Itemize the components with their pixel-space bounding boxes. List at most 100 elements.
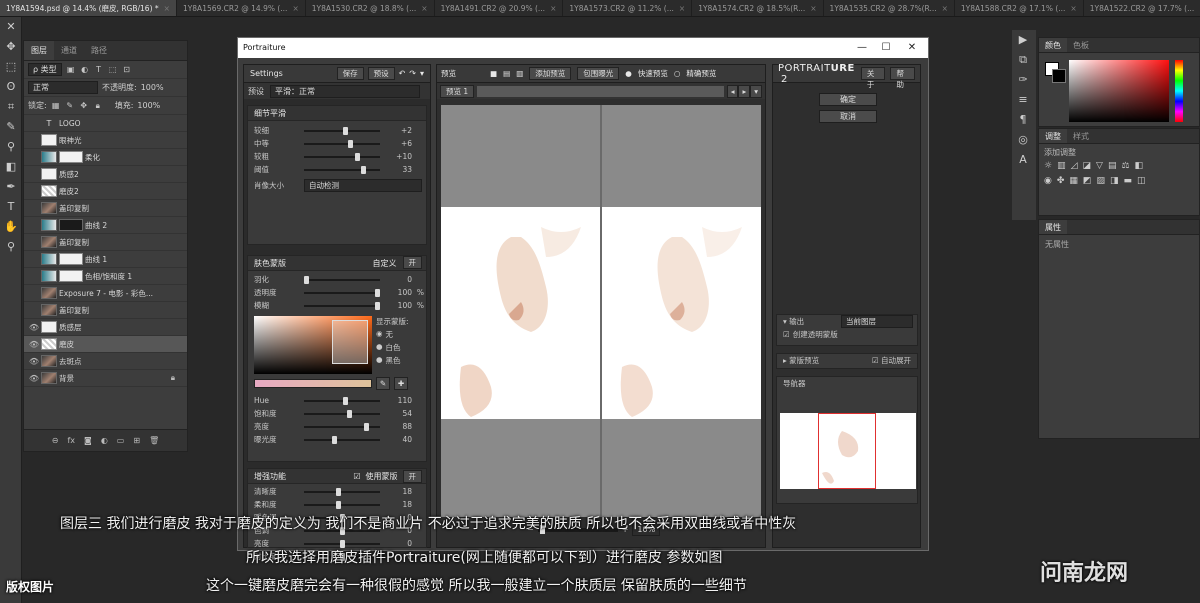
- bracket-button[interactable]: 包围曝光: [577, 67, 620, 80]
- layer-mask-thumbnail[interactable]: [59, 151, 83, 163]
- link-layers-icon[interactable]: ⊖: [52, 436, 59, 445]
- close-tab-icon[interactable]: ×: [164, 4, 170, 13]
- lock-brush-icon[interactable]: ✎: [65, 101, 75, 110]
- document-tab[interactable]: 1Y8A1588.CR2 @ 17.1% (... ×: [955, 0, 1084, 16]
- tab-swatches[interactable]: 色板: [1067, 38, 1095, 52]
- slider-track[interactable]: [304, 409, 380, 418]
- brush-preset-icon[interactable]: ✑: [1012, 70, 1034, 90]
- output-select[interactable]: 当前图层: [841, 315, 913, 328]
- slider-value[interactable]: +2: [380, 126, 412, 135]
- preview-divider[interactable]: [600, 105, 602, 517]
- smart-filter-icon[interactable]: ⊡: [122, 65, 132, 74]
- pixel-filter-icon[interactable]: ▣: [66, 65, 76, 74]
- marquee-tool-icon[interactable]: ⬚: [0, 57, 22, 77]
- delete-layer-icon[interactable]: 🗑︎: [149, 436, 159, 445]
- crop-tool-icon[interactable]: ⌗: [0, 97, 22, 117]
- prev-preview-icon[interactable]: ◂: [726, 84, 739, 98]
- layer-row[interactable]: 👁︎ 背景 🔒︎: [24, 370, 187, 387]
- color-field[interactable]: [1069, 60, 1169, 122]
- maximize-icon[interactable]: ☐: [876, 40, 896, 55]
- document-tab[interactable]: 1Y8A1594.psd @ 14.4% (磨皮, RGB/16) * ×: [0, 0, 177, 16]
- paragraph-icon[interactable]: ¶: [1012, 110, 1034, 130]
- tab-adjustments[interactable]: 调整: [1039, 129, 1067, 143]
- adjust-filter-icon[interactable]: ◐: [80, 65, 90, 74]
- slider-knob[interactable]: [304, 275, 309, 284]
- slider-knob[interactable]: [375, 288, 380, 297]
- eraser-tool-icon[interactable]: ◧: [0, 157, 22, 177]
- slider-track[interactable]: [304, 435, 380, 444]
- layer-row[interactable]: 👁︎ 去斑点: [24, 353, 187, 370]
- new-adjustment-icon[interactable]: ◐: [101, 436, 108, 445]
- posterize-icon[interactable]: ▨: [1096, 176, 1105, 186]
- lock-all-icon[interactable]: 🔒︎: [93, 101, 103, 111]
- move-tool-icon[interactable]: ✥: [0, 37, 22, 57]
- skin-mask-toggle[interactable]: 开: [402, 255, 422, 269]
- cancel-button[interactable]: 取消: [819, 110, 877, 123]
- lock-pixels-icon[interactable]: ▦: [51, 101, 61, 110]
- slider-value[interactable]: 88: [380, 422, 412, 431]
- slider-value[interactable]: +10: [380, 152, 412, 161]
- slider-track[interactable]: [304, 539, 380, 548]
- lasso-tool-icon[interactable]: ʘ: [0, 77, 22, 97]
- layer-mask-thumbnail[interactable]: [59, 219, 83, 231]
- stamp-tool-icon[interactable]: ⚲: [0, 137, 22, 157]
- background-color-swatch[interactable]: [1052, 69, 1066, 83]
- slider-value[interactable]: 54: [380, 409, 412, 418]
- gradient-map-icon[interactable]: ▬: [1123, 176, 1132, 186]
- slider-knob[interactable]: [348, 139, 354, 148]
- eyedropper-icon[interactable]: ✎: [376, 377, 390, 390]
- slider-knob[interactable]: [343, 126, 349, 135]
- layer-row[interactable]: T LOGO: [24, 115, 187, 132]
- document-tab[interactable]: 1Y8A1569.CR2 @ 14.9% (... ×: [177, 0, 306, 16]
- layer-row[interactable]: 磨皮2: [24, 183, 187, 200]
- preview-tab[interactable]: 预览 1: [440, 84, 475, 98]
- hue-slider[interactable]: [1175, 60, 1183, 122]
- opacity-value[interactable]: 100%: [141, 83, 164, 92]
- close-tab-icon[interactable]: ×: [550, 4, 556, 13]
- preset-button[interactable]: 预设: [367, 67, 395, 80]
- about-button[interactable]: 关于: [860, 67, 886, 89]
- slider-knob[interactable]: [375, 301, 380, 310]
- color-balance-icon[interactable]: ⚖: [1121, 161, 1129, 171]
- close-tab-icon[interactable]: ×: [421, 4, 427, 13]
- slider-track[interactable]: [304, 139, 380, 148]
- collapse-icon[interactable]: ▾: [783, 317, 787, 326]
- slider-track[interactable]: [304, 396, 380, 405]
- split-horizontal-icon[interactable]: ▤: [503, 69, 510, 78]
- layer-row[interactable]: 👁︎ 质感层: [24, 319, 187, 336]
- undo-icon[interactable]: ↶: [399, 69, 406, 78]
- selective-color-icon[interactable]: ◫: [1137, 176, 1146, 186]
- accurate-preview-radio[interactable]: ○: [674, 69, 681, 78]
- slider-knob[interactable]: [360, 165, 366, 174]
- document-tab[interactable]: 1Y8A1573.CR2 @ 11.2% (... ×: [563, 0, 693, 16]
- slider-knob[interactable]: [343, 396, 349, 405]
- slider-value[interactable]: +6: [380, 139, 412, 148]
- close-tab-icon[interactable]: ×: [679, 4, 685, 13]
- tab-layers[interactable]: 图层: [24, 41, 54, 60]
- visibility-eye-icon[interactable]: 👁︎: [27, 357, 41, 366]
- eyedropper-plus-icon[interactable]: ✚: [394, 377, 408, 390]
- exposure-icon[interactable]: ◪: [1083, 161, 1092, 171]
- help-button[interactable]: 帮助: [890, 67, 915, 89]
- layer-row[interactable]: 盖印复制: [24, 302, 187, 319]
- history-icon[interactable]: ⧉: [1012, 50, 1034, 70]
- invert-icon[interactable]: ◩: [1083, 176, 1092, 186]
- layer-row[interactable]: 色相/饱和度 1: [24, 268, 187, 285]
- slider-knob[interactable]: [335, 487, 341, 496]
- visibility-eye-icon[interactable]: 👁︎: [27, 323, 41, 332]
- slider-track[interactable]: [304, 500, 380, 509]
- preview-menu-icon[interactable]: ▾: [750, 84, 762, 98]
- expand-icon[interactable]: ▸: [783, 356, 787, 365]
- curves-icon[interactable]: ◿: [1071, 161, 1078, 171]
- tab-styles[interactable]: 样式: [1067, 129, 1095, 143]
- fast-preview-radio[interactable]: ●: [625, 69, 632, 78]
- document-tab[interactable]: 1Y8A1491.CR2 @ 20.9% (... ×: [435, 0, 564, 16]
- minimize-icon[interactable]: —: [852, 40, 872, 55]
- layer-row[interactable]: 柔化: [24, 149, 187, 166]
- next-preview-icon[interactable]: ▸: [738, 84, 751, 98]
- slider-track[interactable]: [304, 487, 380, 496]
- mask-option[interactable]: ● 黑色: [376, 355, 409, 366]
- fill-value[interactable]: 100%: [137, 101, 160, 110]
- close-tab-icon[interactable]: ×: [1070, 4, 1076, 13]
- fx-icon[interactable]: fx: [67, 436, 75, 445]
